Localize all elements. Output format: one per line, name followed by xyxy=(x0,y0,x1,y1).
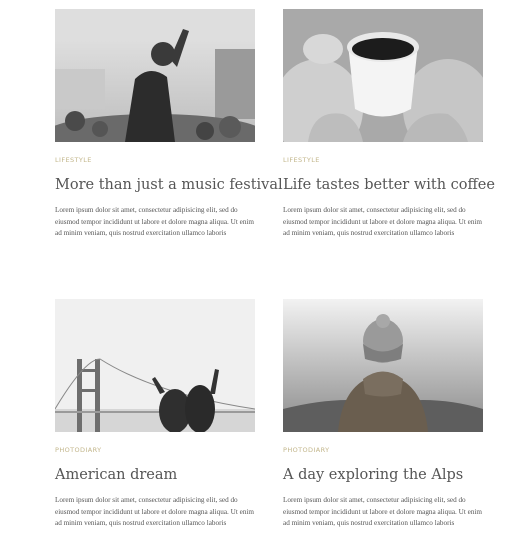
golden-gate-bridge-photo xyxy=(55,299,255,432)
post-title[interactable]: Life tastes better with coffee xyxy=(283,177,495,194)
concert-photo xyxy=(55,9,255,142)
post-title[interactable]: American dream xyxy=(55,467,255,484)
post-excerpt: Lorem ipsum dolor sit amet, consectetur … xyxy=(55,496,255,528)
post-thumbnail-link[interactable] xyxy=(283,9,483,142)
post-thumbnail-link[interactable] xyxy=(55,9,255,142)
post-title[interactable]: More than just a music festival xyxy=(55,177,283,194)
post-excerpt: Lorem ipsum dolor sit amet, consectetur … xyxy=(283,206,483,238)
post-excerpt: Lorem ipsum dolor sit amet, consectetur … xyxy=(55,206,255,238)
post-grid: Lifestyle More than just a music festiva… xyxy=(0,0,529,555)
hiker-beanie-photo xyxy=(283,299,483,432)
post-category-link[interactable]: Lifestyle xyxy=(55,156,255,164)
post-card: Lifestyle Life tastes better with coffee… xyxy=(283,9,495,240)
post-card: Photodiary American dream Lorem ipsum do… xyxy=(55,299,255,530)
post-category-link[interactable]: Photodiary xyxy=(283,446,483,454)
coffee-cup-photo xyxy=(283,9,483,142)
post-thumbnail-link[interactable] xyxy=(55,299,255,432)
post-category-link[interactable]: Photodiary xyxy=(55,446,255,454)
post-title[interactable]: A day exploring the Alps xyxy=(283,467,483,484)
post-category-link[interactable]: Lifestyle xyxy=(283,156,483,164)
post-card: Photodiary A day exploring the Alps Lore… xyxy=(283,299,483,530)
post-thumbnail-link[interactable] xyxy=(283,299,483,432)
post-card: Lifestyle More than just a music festiva… xyxy=(55,9,283,240)
post-excerpt: Lorem ipsum dolor sit amet, consectetur … xyxy=(283,496,483,528)
